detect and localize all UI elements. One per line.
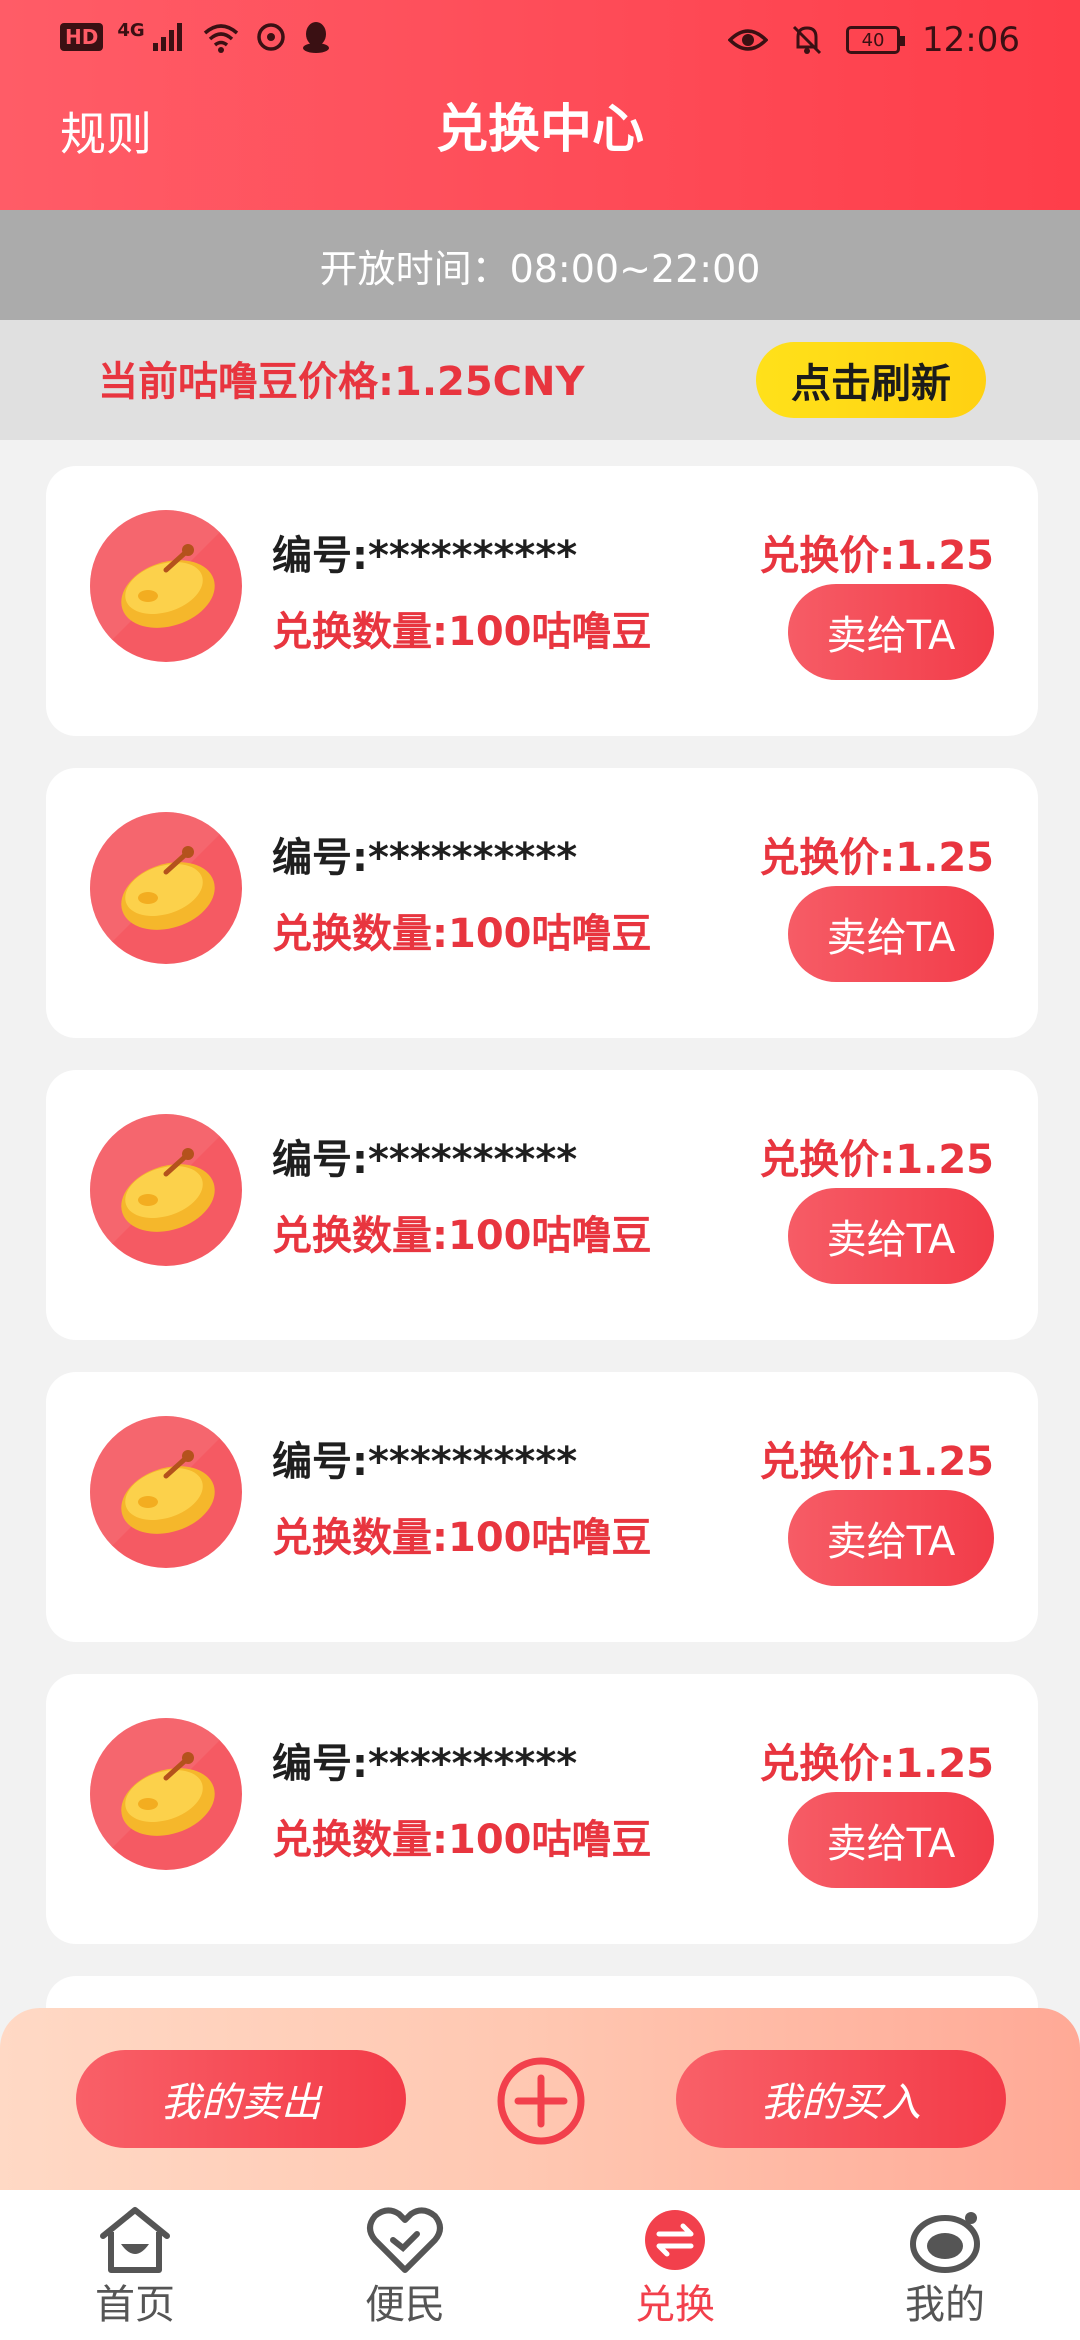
sell-button[interactable]: 卖给TA	[788, 584, 994, 680]
tab-exchange[interactable]: 兑换	[540, 2190, 810, 2340]
listing-id: 编号:**********	[272, 1137, 578, 1183]
bean-avatar-icon	[90, 510, 242, 662]
my-sales-button[interactable]: 我的卖出	[76, 2050, 406, 2148]
open-time-banner: 开放时间：08:00~22:00	[0, 210, 1080, 320]
listing-card: 编号:********** 兑换数量:100咕噜豆 兑换价:1.25 卖给TA	[46, 1674, 1038, 1944]
hd-badge: HD	[60, 23, 104, 51]
page-title: 兑换中心	[435, 100, 644, 160]
sell-button[interactable]: 卖给TA	[788, 1490, 994, 1586]
bean-avatar-icon	[90, 1114, 242, 1266]
tab-label: 兑换	[635, 2282, 715, 2328]
listing-id: 编号:**********	[272, 1439, 578, 1485]
profile-icon	[910, 2212, 980, 2273]
tab-services[interactable]: 便民	[270, 2190, 540, 2340]
status-time: 12:06	[922, 20, 1020, 60]
tab-label: 首页	[95, 2282, 175, 2328]
bean-avatar-icon	[90, 812, 242, 964]
tab-home[interactable]: 首页	[0, 2190, 270, 2340]
listing-price: 兑换价:1.25	[759, 835, 994, 881]
listing-quantity: 兑换数量:100咕噜豆	[272, 609, 652, 655]
listing-id: 编号:**********	[272, 533, 578, 579]
battery-level: 40	[861, 29, 885, 51]
listing-price: 兑换价:1.25	[759, 1137, 994, 1183]
listing-card: 编号:********** 兑换数量:100咕噜豆 兑换价:1.25 卖给TA	[46, 466, 1038, 736]
listing-price: 兑换价:1.25	[759, 533, 994, 579]
my-purchases-button[interactable]: 我的买入	[676, 2050, 1006, 2148]
exchange-icon	[645, 2210, 705, 2270]
network-type: 4G	[117, 19, 145, 41]
signal-icon	[152, 23, 182, 51]
sell-button[interactable]: 卖给TA	[788, 886, 994, 982]
action-bar: 我的卖出 我的买入	[0, 2008, 1080, 2190]
listing-card: 编号:********** 兑换数量:100咕噜豆 兑换价:1.25 卖给TA	[46, 1372, 1038, 1642]
listing-price: 兑换价:1.25	[759, 1439, 994, 1485]
sync-icon	[256, 23, 285, 51]
sell-button[interactable]: 卖给TA	[788, 1188, 994, 1284]
sell-button[interactable]: 卖给TA	[788, 1792, 994, 1888]
open-time-text: 开放时间：08:00~22:00	[319, 246, 761, 291]
tab-mine[interactable]: 我的	[810, 2190, 1080, 2340]
bean-avatar-icon	[90, 1718, 242, 1870]
listing-card: 编号:********** 兑换数量:100咕噜豆 兑换价:1.25 卖给TA	[46, 1070, 1038, 1340]
listing-quantity: 兑换数量:100咕噜豆	[272, 1515, 652, 1561]
home-icon	[100, 2207, 170, 2273]
status-bar: HD 4G 40 12:06	[0, 0, 1080, 80]
add-icon[interactable]	[496, 2056, 586, 2146]
tab-bar: 首页 便民 兑换 我的	[0, 2190, 1080, 2340]
current-price: 当前咕噜豆价格:1.25CNY	[98, 359, 585, 405]
qq-icon	[302, 22, 329, 53]
mute-bell-icon	[792, 25, 822, 55]
listing-quantity: 兑换数量:100咕噜豆	[272, 1213, 652, 1259]
listing-quantity: 兑换数量:100咕噜豆	[272, 1817, 652, 1863]
wifi-icon	[203, 24, 238, 53]
listing-id: 编号:**********	[272, 835, 578, 881]
tab-label: 我的	[905, 2282, 985, 2328]
heart-icon	[367, 2207, 443, 2273]
status-right: 40 12:06	[728, 20, 1020, 60]
bean-avatar-icon	[90, 1416, 242, 1568]
battery-icon: 40	[846, 26, 906, 54]
listing-price: 兑换价:1.25	[759, 1741, 994, 1787]
tab-label: 便民	[365, 2282, 445, 2328]
listing-id: 编号:**********	[272, 1741, 578, 1787]
listing-quantity: 兑换数量:100咕噜豆	[272, 911, 652, 957]
eye-icon	[728, 29, 769, 51]
header: HD 4G 40 12:06 规则 兑换中心	[0, 0, 1080, 210]
status-left: HD 4G	[60, 20, 331, 54]
listing-card: 编号:********** 兑换数量:100咕噜豆 兑换价:1.25 卖给TA	[46, 768, 1038, 1038]
refresh-button[interactable]: 点击刷新	[756, 342, 986, 418]
